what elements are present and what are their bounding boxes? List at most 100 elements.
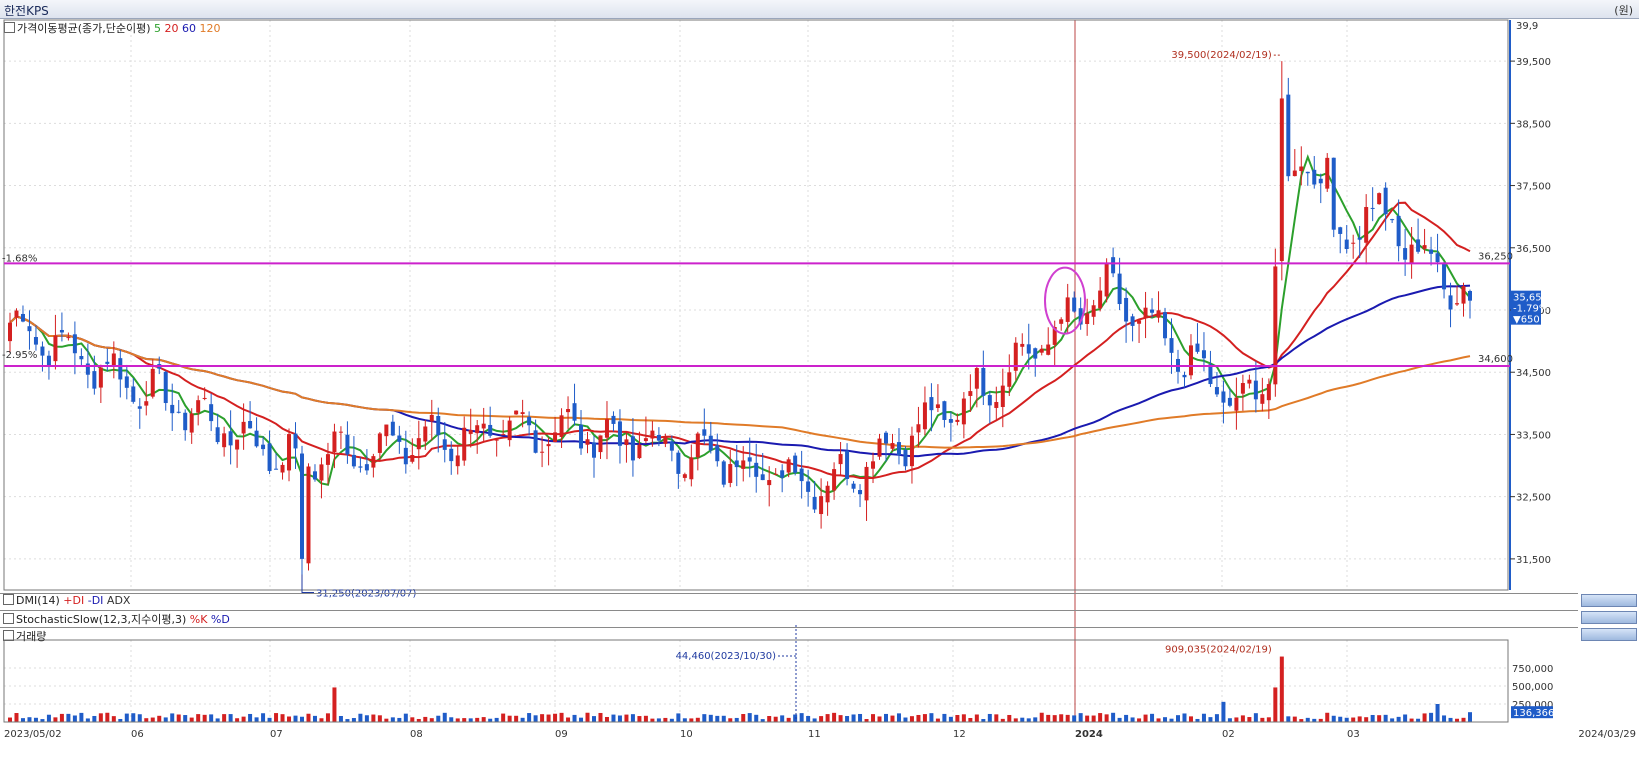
- dmi-panel-header[interactable]: DMI(14) +DI -DI ADX: [0, 593, 1578, 607]
- candle-body: [1318, 178, 1323, 184]
- volume-bar: [929, 713, 934, 722]
- candle-body: [1325, 157, 1330, 189]
- candle-body: [222, 433, 227, 448]
- volume-bar: [896, 713, 901, 722]
- candle-body: [241, 421, 246, 434]
- moving-averages: [9, 154, 1471, 494]
- candle-body: [754, 462, 759, 477]
- ma60-line: [9, 284, 1471, 458]
- volume-bar: [935, 718, 940, 722]
- volume-bar: [1150, 713, 1155, 722]
- candle-body: [851, 483, 856, 489]
- volume-bar: [1331, 715, 1336, 722]
- volume-bar: [1098, 713, 1103, 722]
- candle-body: [319, 464, 324, 481]
- volume-bar: [1351, 717, 1356, 722]
- x-tick-label: 09: [555, 729, 568, 740]
- volume-bar: [1000, 718, 1005, 722]
- x-tick-label: 2024/03/29: [1578, 729, 1636, 740]
- volume-bar: [553, 713, 558, 722]
- candle-body: [1448, 295, 1453, 310]
- candle-body: [1364, 207, 1369, 243]
- candle-body: [40, 346, 45, 356]
- volume-panel-header[interactable]: 거래량: [0, 627, 1578, 643]
- vol-tick-label: 500,000: [1512, 682, 1553, 693]
- volume-bar: [1013, 718, 1018, 722]
- candle-body: [1383, 187, 1388, 215]
- volume-bar: [1266, 717, 1271, 722]
- candle-body: [1266, 384, 1271, 401]
- candle-body: [890, 443, 895, 449]
- candle-body: [656, 434, 661, 441]
- volume-panel-buttons[interactable]: [1581, 628, 1637, 641]
- candle-body: [111, 353, 116, 366]
- candle-body: [650, 430, 655, 439]
- legend-checkbox[interactable]: [4, 22, 15, 33]
- candle-body: [176, 411, 181, 413]
- volume-bar: [1461, 717, 1466, 722]
- volume-bar: [1039, 712, 1044, 722]
- volume-bar: [533, 715, 538, 722]
- candle-body: [1195, 343, 1200, 352]
- candle-body: [708, 435, 713, 451]
- low-marker: [301, 574, 314, 593]
- price-panel-frame: [3, 19, 1509, 591]
- candle-body: [669, 441, 674, 451]
- ma-legend[interactable]: 가격이동평균(종가,단순이평) 5 20 60 120: [4, 20, 221, 36]
- candle-body: [436, 416, 441, 436]
- candle-body: [150, 368, 155, 397]
- candle-body: [287, 434, 292, 471]
- volume-bar: [1364, 717, 1369, 722]
- volume-checkbox[interactable]: [3, 630, 14, 641]
- volume-bar: [248, 713, 253, 722]
- candle-body: [1227, 397, 1232, 406]
- candle-body: [1163, 312, 1168, 339]
- candle-body: [338, 431, 343, 433]
- stoch-checkbox[interactable]: [3, 613, 14, 624]
- candle-body: [1370, 207, 1375, 209]
- window-titlebar: 한전KPS (원): [0, 0, 1639, 19]
- candle-body: [741, 460, 746, 469]
- candle-body: [871, 461, 876, 469]
- stoch-panel-header[interactable]: StochasticSlow(12,3,지수이평,3) %K %D: [0, 610, 1578, 626]
- volume-bar: [351, 718, 356, 722]
- candle-body: [1188, 345, 1193, 376]
- volume-bar: [481, 717, 486, 722]
- volume-panel-frame: [3, 639, 1509, 723]
- candle-body: [682, 474, 687, 478]
- dmi-checkbox[interactable]: [3, 594, 14, 605]
- volume-bar: [390, 717, 395, 722]
- volume-bar: [403, 713, 408, 722]
- candle-body: [1182, 374, 1187, 378]
- candle-body: [306, 466, 311, 564]
- volume-bar: [1176, 715, 1180, 722]
- x-tick-label: 11: [808, 729, 821, 740]
- volume-bar: [1091, 715, 1096, 722]
- volume-bar: [630, 714, 635, 722]
- upper-line-value: 36,250: [1478, 251, 1513, 262]
- dmi-minus-label: -DI: [87, 594, 104, 607]
- volume-bar: [942, 713, 947, 722]
- volume-bar: [1403, 714, 1408, 722]
- volume-bar: [780, 715, 785, 722]
- volume-bar: [832, 712, 837, 722]
- volume-bar: [163, 717, 168, 722]
- volume-bar: [105, 712, 110, 722]
- stoch-panel-buttons[interactable]: [1581, 611, 1637, 624]
- volume-bar: [358, 713, 363, 722]
- candle-body: [267, 443, 272, 471]
- volume-bar: [961, 714, 966, 722]
- upper-line-pct: -1.68%: [2, 253, 37, 264]
- volume-bar: [1033, 717, 1038, 722]
- volume-bar: [1247, 717, 1252, 722]
- volume-bar: [1240, 715, 1245, 722]
- candle-body: [1253, 380, 1258, 400]
- dmi-label: DMI(14): [16, 594, 60, 607]
- volume-bar: [222, 714, 227, 722]
- volume-bar: [1390, 718, 1395, 722]
- dmi-panel-buttons[interactable]: [1581, 594, 1637, 607]
- candle-body: [1377, 193, 1382, 205]
- candle-body: [922, 402, 927, 430]
- volume-bar: [475, 717, 480, 722]
- volume-bar: [72, 715, 77, 722]
